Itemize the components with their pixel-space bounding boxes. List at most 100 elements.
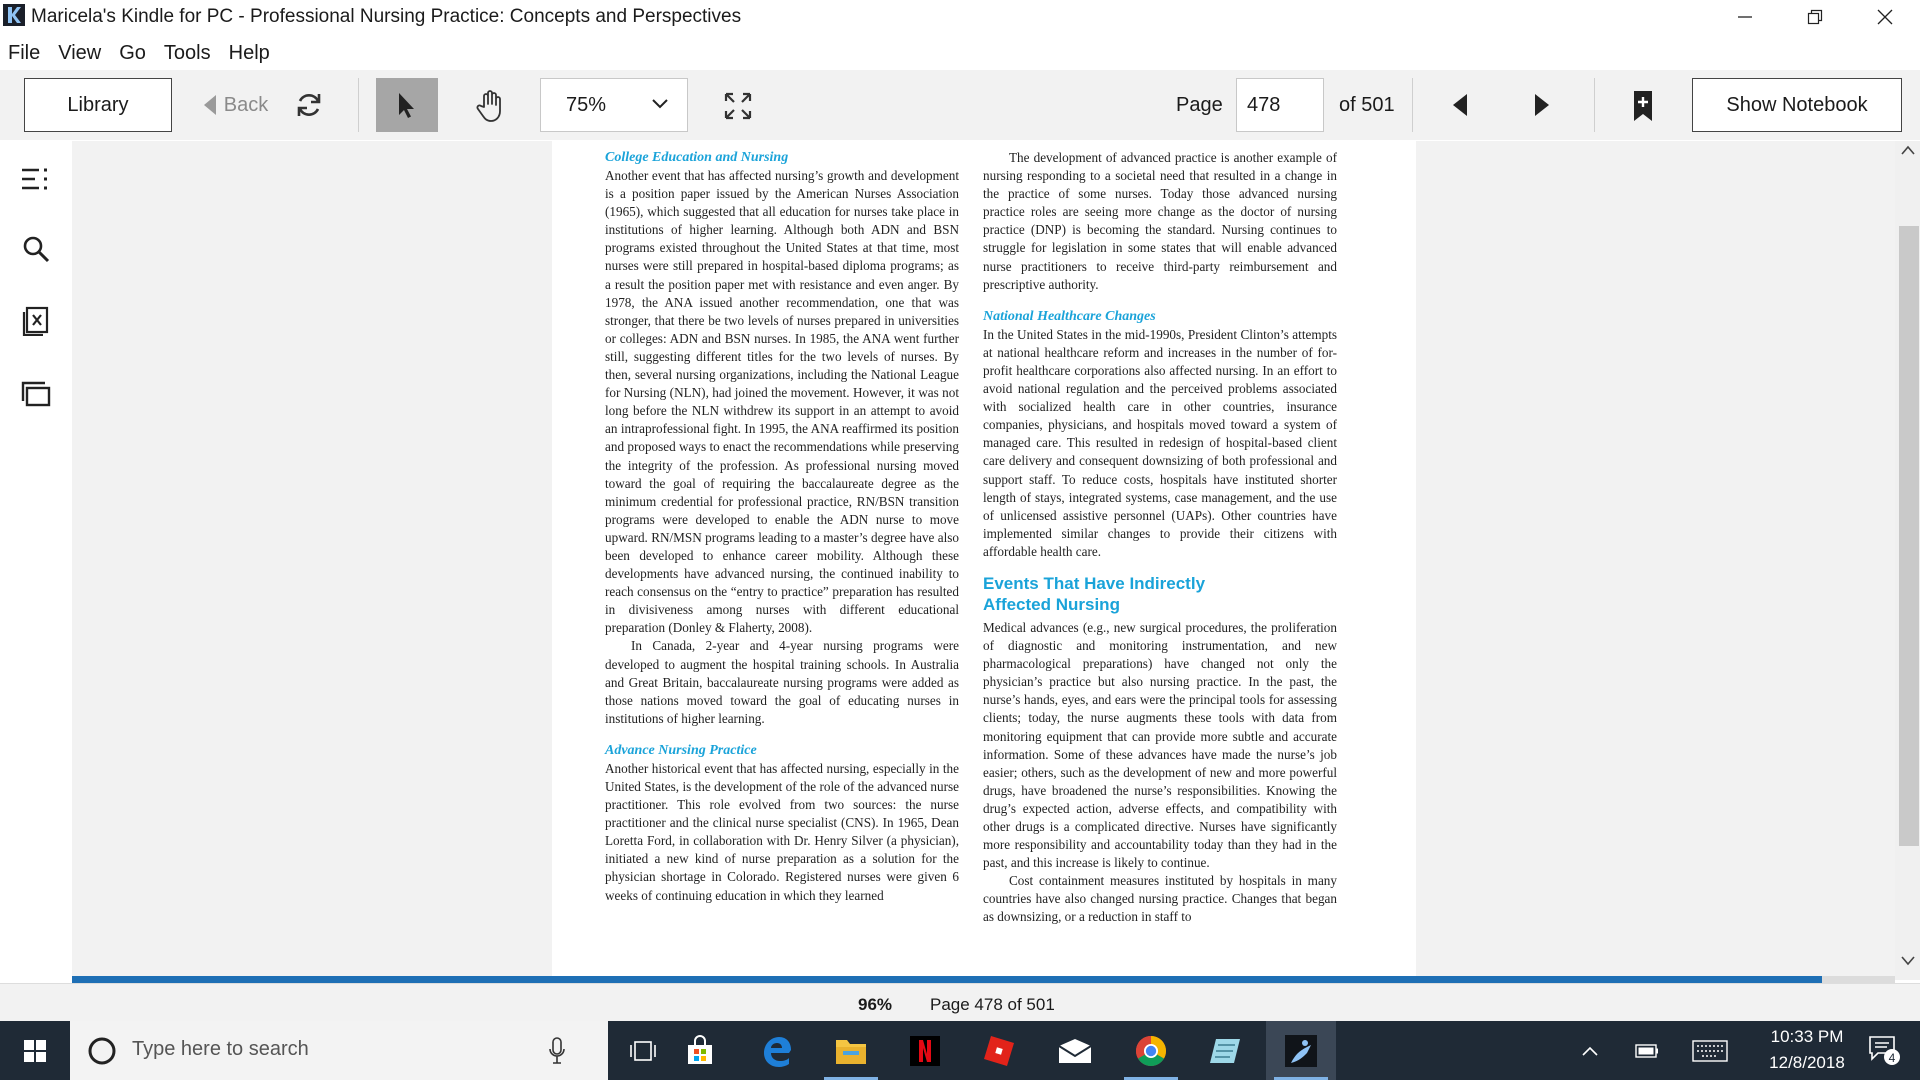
section-heading: National Healthcare Changes xyxy=(983,308,1156,324)
taskbar-edge[interactable] xyxy=(742,1021,812,1080)
sync-button[interactable] xyxy=(290,86,328,124)
paragraph: In Canada, 2-year and 4-year nursing pro… xyxy=(605,638,959,726)
taskbar-store[interactable] xyxy=(665,1021,735,1080)
taskbar-chrome[interactable] xyxy=(1116,1021,1186,1080)
window-title: Maricela's Kindle for PC - Professional … xyxy=(31,6,742,27)
menu-help[interactable]: Help xyxy=(221,36,280,68)
kindle-reader-icon xyxy=(1285,1034,1317,1067)
page-number-input[interactable]: 478 xyxy=(1236,78,1324,132)
toolbar-divider xyxy=(1412,78,1413,132)
paragraph: Medical advances (e.g., new surgical pro… xyxy=(983,619,1337,871)
flashcards-button[interactable] xyxy=(16,301,56,341)
task-view-icon xyxy=(630,1040,656,1061)
page-right-column: The development of advanced practice is … xyxy=(983,149,1337,927)
chevron-down-icon xyxy=(652,99,668,109)
keyboard-icon xyxy=(1692,1039,1728,1062)
paragraph: Cost containment measures instituted by … xyxy=(983,873,1337,925)
expand-icon xyxy=(724,92,752,120)
back-label: Back xyxy=(223,93,269,116)
contents-list-icon xyxy=(22,168,47,190)
section-heading: Advance Nursing Practice xyxy=(605,742,757,758)
chrome-browser-icon xyxy=(1135,1035,1167,1066)
scroll-thumb[interactable] xyxy=(1899,226,1919,846)
taskbar-mail[interactable] xyxy=(1040,1021,1110,1080)
taskbar-clock-time[interactable]: 10:33 PM xyxy=(1752,1027,1862,1047)
pan-tool-button[interactable] xyxy=(466,84,516,128)
vertical-scrollbar[interactable] xyxy=(1895,141,1920,980)
back-button[interactable]: Back xyxy=(190,78,280,132)
restore-icon xyxy=(1807,9,1823,25)
next-page-button[interactable] xyxy=(1524,86,1560,124)
status-bar: 96% Page 478 of 501 xyxy=(0,983,1920,1022)
paragraph: Another event that has affected nursing’… xyxy=(605,168,959,636)
battery-icon xyxy=(1635,1043,1658,1058)
table-of-contents-button[interactable] xyxy=(16,159,56,199)
search-icon xyxy=(23,236,50,263)
reading-progress-fill xyxy=(72,976,1823,983)
notification-icon: 4 xyxy=(1869,1035,1900,1065)
windows-taskbar: Type here to search 10:33 PM 12/8/2018 4 xyxy=(0,1021,1920,1080)
notification-count: 4 xyxy=(1889,1051,1896,1065)
taskbar-search-box[interactable]: Type here to search xyxy=(70,1021,608,1080)
hand-icon xyxy=(476,90,501,122)
taskbar-roblox[interactable] xyxy=(964,1021,1034,1080)
edge-browser-icon xyxy=(764,1036,791,1067)
minimize-icon xyxy=(1738,16,1752,18)
menu-view[interactable]: View xyxy=(50,36,111,68)
show-notebook-button[interactable]: Show Notebook xyxy=(1692,78,1902,132)
mail-envelope-icon xyxy=(1058,1038,1092,1063)
action-center-button[interactable]: 4 xyxy=(1850,1021,1920,1080)
microsoft-store-icon xyxy=(688,1034,712,1064)
chapter-heading-line: Affected Nursing xyxy=(983,594,1120,614)
close-icon xyxy=(1877,9,1893,25)
minimize-button[interactable] xyxy=(1710,0,1780,34)
chapter-heading-line: Events That Have Indirectly xyxy=(983,573,1206,593)
status-page-location: Page 478 of 501 xyxy=(930,995,1055,1014)
close-button[interactable] xyxy=(1850,0,1920,34)
menu-file[interactable]: File xyxy=(0,36,50,68)
flashcard-icon xyxy=(22,306,49,336)
search-button[interactable] xyxy=(16,229,56,269)
taskbar-kindle[interactable] xyxy=(1266,1021,1336,1080)
start-button[interactable] xyxy=(0,1021,70,1080)
library-button[interactable]: Library xyxy=(24,78,172,132)
paragraph: In the United States in the mid-1990s, P… xyxy=(983,326,1337,559)
notebook-panel-button[interactable] xyxy=(16,374,56,414)
previous-page-button[interactable] xyxy=(1442,86,1478,124)
zoom-value: 75% xyxy=(566,94,607,116)
zoom-dropdown[interactable]: 75% xyxy=(540,78,688,132)
search-placeholder: Type here to search xyxy=(132,1038,309,1060)
paragraph: The development of advanced practice is … xyxy=(983,150,1337,292)
fullscreen-button[interactable] xyxy=(716,84,760,128)
taskbar-clock-date[interactable]: 12/8/2018 xyxy=(1752,1053,1862,1073)
section-heading: College Education and Nursing xyxy=(605,150,789,165)
toolbar-divider xyxy=(1594,78,1595,132)
toolbar: Library Back 75% Page 478 of 501 Show No… xyxy=(0,70,1920,140)
show-hidden-icons-button[interactable] xyxy=(1570,1021,1610,1080)
bookmark-add-icon xyxy=(1634,91,1652,121)
scroll-up-button[interactable] xyxy=(1895,145,1920,165)
taskbar-netflix[interactable] xyxy=(890,1021,960,1080)
left-sidebar xyxy=(0,141,73,980)
bookmark-button[interactable] xyxy=(1625,84,1661,128)
restore-button[interactable] xyxy=(1780,0,1850,34)
paragraph: Another historical event that has affect… xyxy=(605,760,959,903)
taskbar-notes-app[interactable] xyxy=(1190,1021,1260,1080)
reading-progress-bar[interactable] xyxy=(72,976,1895,983)
touch-keyboard-button[interactable] xyxy=(1682,1021,1738,1080)
cortana-icon xyxy=(88,1037,116,1065)
pages-icon xyxy=(21,381,51,407)
page-total: of 501 xyxy=(1339,94,1395,116)
notes-pad-icon xyxy=(1210,1038,1240,1063)
battery-indicator[interactable] xyxy=(1622,1021,1672,1080)
cursor-arrow-icon xyxy=(399,93,414,118)
chevron-down-icon xyxy=(1900,956,1915,966)
menu-tools[interactable]: Tools xyxy=(156,36,221,68)
title-bar: Maricela's Kindle for PC - Professional … xyxy=(0,0,1920,34)
menu-go[interactable]: Go xyxy=(111,36,156,68)
select-tool-button[interactable] xyxy=(376,78,438,132)
scroll-down-button[interactable] xyxy=(1895,956,1920,976)
taskbar-file-explorer[interactable] xyxy=(816,1021,886,1080)
microphone-icon[interactable] xyxy=(548,1037,566,1065)
chapter-heading: Events That Have Indirectly Affected Nur… xyxy=(983,573,1337,615)
